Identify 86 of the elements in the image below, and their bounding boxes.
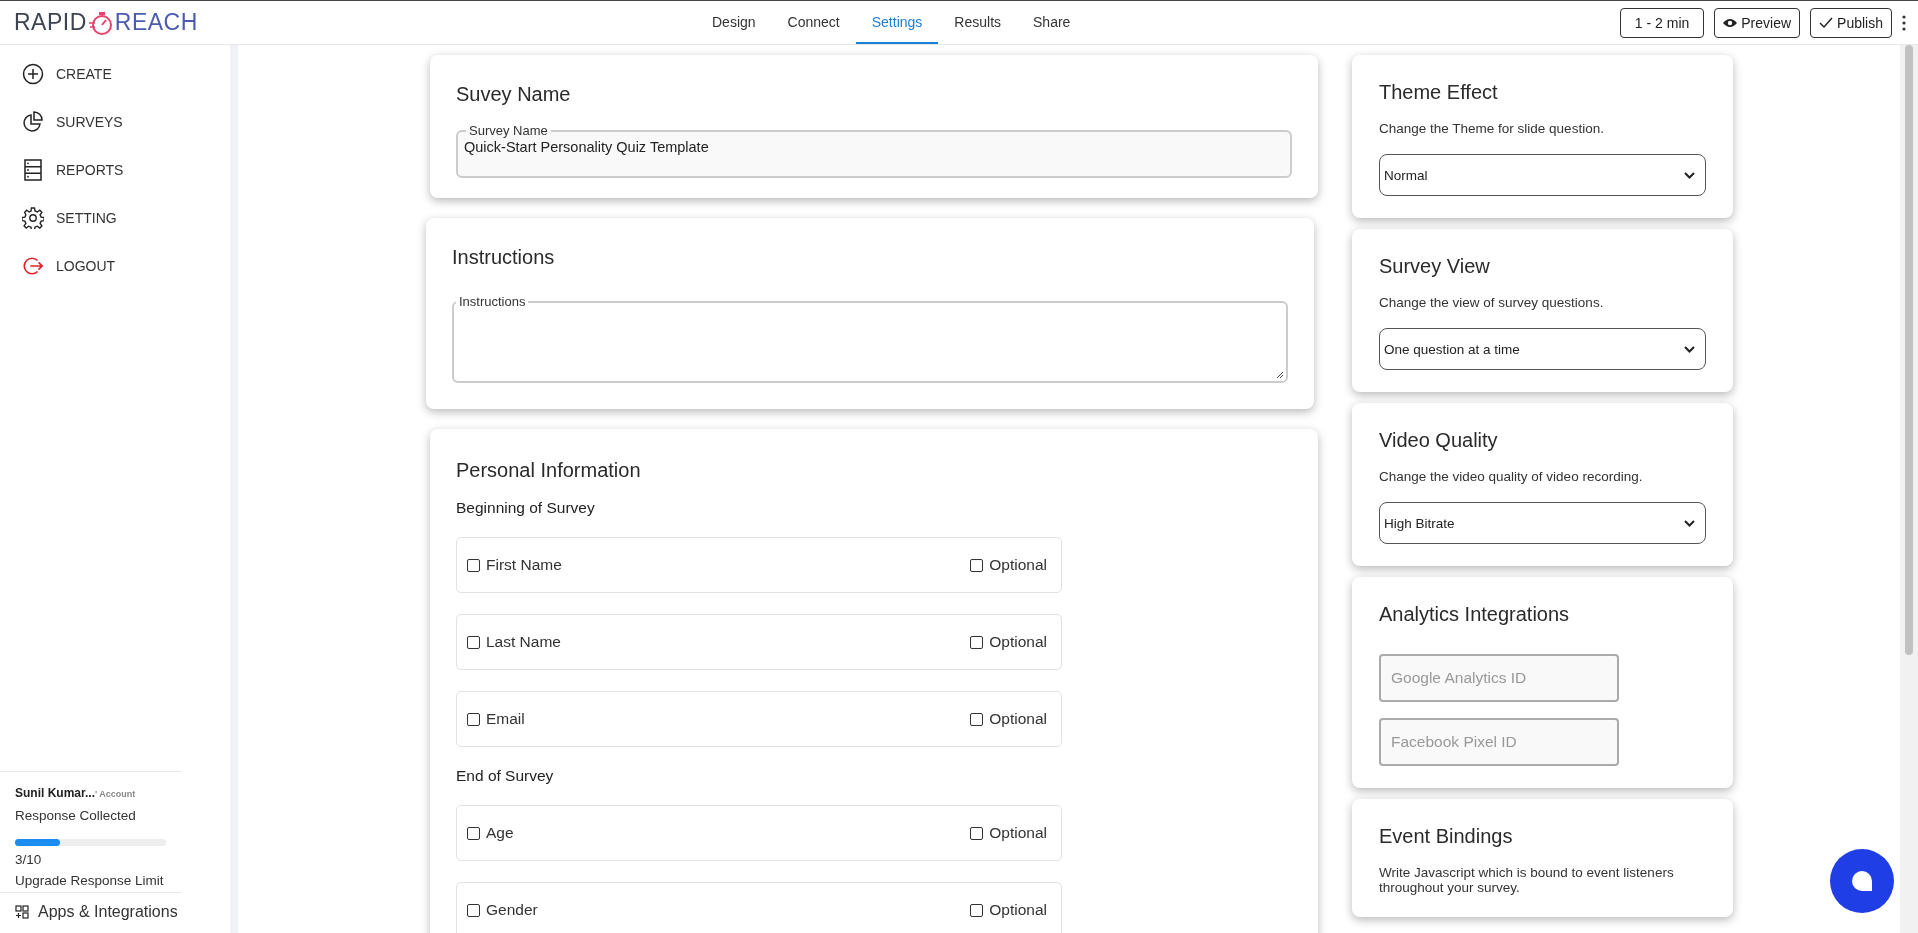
optional-label: Optional — [989, 633, 1047, 651]
input-field[interactable]: Google Analytics ID — [1379, 654, 1619, 702]
field-label: First Name — [486, 556, 562, 574]
checkbox[interactable] — [467, 826, 480, 840]
field-checkbox[interactable]: First Name — [467, 556, 562, 574]
card-description: Change the Theme for slide question. — [1379, 121, 1605, 136]
chevron-down-icon — [1684, 519, 1695, 527]
chevron-down-icon — [1684, 345, 1695, 353]
nav-tab[interactable]: Settings — [855, 1, 939, 44]
pie-chart-icon — [22, 111, 44, 133]
settings-icon — [22, 207, 44, 229]
card-title: Theme Effect — [1379, 81, 1499, 104]
account-name: Sunil Kumar... — [15, 786, 95, 800]
upgrade-link[interactable]: Upgrade Response Limit — [15, 873, 167, 888]
field-label: Instructions — [458, 295, 527, 309]
group-heading: Beginning of Survey — [456, 499, 596, 517]
publish-button[interactable]: Publish — [1810, 7, 1892, 38]
optional-label: Optional — [989, 901, 1047, 919]
optional-checkbox[interactable] — [970, 635, 984, 649]
checkbox[interactable] — [467, 558, 480, 572]
sidebar-item[interactable]: CREATE — [22, 63, 230, 85]
optional-label: Optional — [989, 556, 1047, 574]
apps-integrations-link[interactable]: Apps & Integrations — [0, 892, 182, 933]
logo-text: RAPID — [14, 9, 87, 36]
survey-name-field[interactable]: Survey Name Quick-Start Personality Quiz Template — [456, 124, 1292, 178]
stopwatch-logo-icon — [87, 9, 114, 36]
optional-checkbox[interactable] — [970, 903, 984, 917]
preview-button[interactable]: Preview — [1714, 7, 1801, 38]
field-label: Gender — [486, 901, 538, 919]
card-title: Instructions — [452, 246, 556, 269]
card-title: Analytics Integrations — [1379, 603, 1571, 626]
dropdown[interactable]: Normal — [1379, 154, 1706, 196]
nav-tab[interactable]: Design — [696, 1, 772, 44]
optional-label: Optional — [989, 824, 1047, 842]
card-title: Survey View — [1379, 255, 1491, 278]
grid-plus-icon — [15, 905, 29, 919]
field-label: Email — [486, 710, 525, 728]
group-heading: End of Survey — [456, 767, 555, 785]
checkbox[interactable] — [467, 635, 480, 649]
field-checkbox[interactable]: Email — [467, 710, 525, 728]
field-checkbox[interactable]: Last Name — [467, 633, 561, 651]
optional-checkbox[interactable] — [970, 558, 984, 572]
eye-icon — [1723, 17, 1738, 28]
nav-tab[interactable]: Share — [1017, 1, 1087, 44]
sidebar-item[interactable]: REPORTS — [22, 159, 230, 181]
checkbox[interactable] — [467, 712, 480, 726]
card-title: Video Quality — [1379, 429, 1499, 452]
server-icon — [22, 159, 44, 181]
sidebar-item[interactable]: SURVEYS — [22, 111, 230, 133]
nav-tab[interactable]: Connect — [771, 1, 856, 44]
optional-checkbox[interactable] — [970, 712, 984, 726]
sidebar-item[interactable]: LOGOUT — [22, 255, 230, 277]
usage-label: Response Collected — [15, 808, 137, 823]
field-label: Age — [486, 824, 514, 842]
card-title: Event Bindings — [1379, 825, 1514, 848]
chat-bubble-icon — [1851, 870, 1873, 892]
scrollbar[interactable] — [1900, 45, 1918, 933]
resize-handle-icon[interactable] — [1276, 371, 1284, 379]
card-title: Personal Information — [456, 459, 642, 482]
more-icon[interactable] — [1902, 14, 1906, 31]
instructions-field[interactable]: Instructions — [452, 295, 1288, 383]
duration-button[interactable]: 1 - 2 min — [1619, 7, 1705, 38]
optional-label: Optional — [989, 710, 1047, 728]
dropdown[interactable]: One question at a time — [1379, 328, 1706, 370]
dropdown[interactable]: High Bitrate — [1379, 502, 1706, 544]
plus-circle-icon — [22, 63, 44, 85]
scrollbar-thumb[interactable] — [1905, 45, 1913, 655]
field-label: Last Name — [486, 633, 561, 651]
checkbox[interactable] — [467, 903, 480, 917]
card-description: Write Javascript which is bound to event listeners throughout your survey. — [1379, 865, 1675, 895]
card-title: Suvey Name — [456, 83, 572, 106]
card-description: Change the view of survey questions. — [1379, 295, 1605, 310]
input-field[interactable]: Facebook Pixel ID — [1379, 718, 1619, 766]
usage-count: 3/10 — [15, 852, 43, 867]
field-checkbox[interactable]: Age — [467, 824, 514, 842]
field-checkbox[interactable]: Gender — [467, 901, 538, 919]
optional-checkbox[interactable] — [970, 826, 984, 840]
check-icon — [1819, 16, 1834, 29]
logo-text: REACH — [114, 9, 198, 36]
sidebar-item[interactable]: SETTING — [22, 207, 230, 229]
account-label: ' Account — [95, 789, 136, 799]
field-label: Survey Name — [468, 124, 549, 138]
logout-icon — [22, 255, 44, 277]
card-description: Change the video quality of video recording. — [1379, 469, 1644, 484]
chevron-down-icon — [1684, 171, 1695, 179]
nav-tab[interactable]: Results — [938, 1, 1018, 44]
